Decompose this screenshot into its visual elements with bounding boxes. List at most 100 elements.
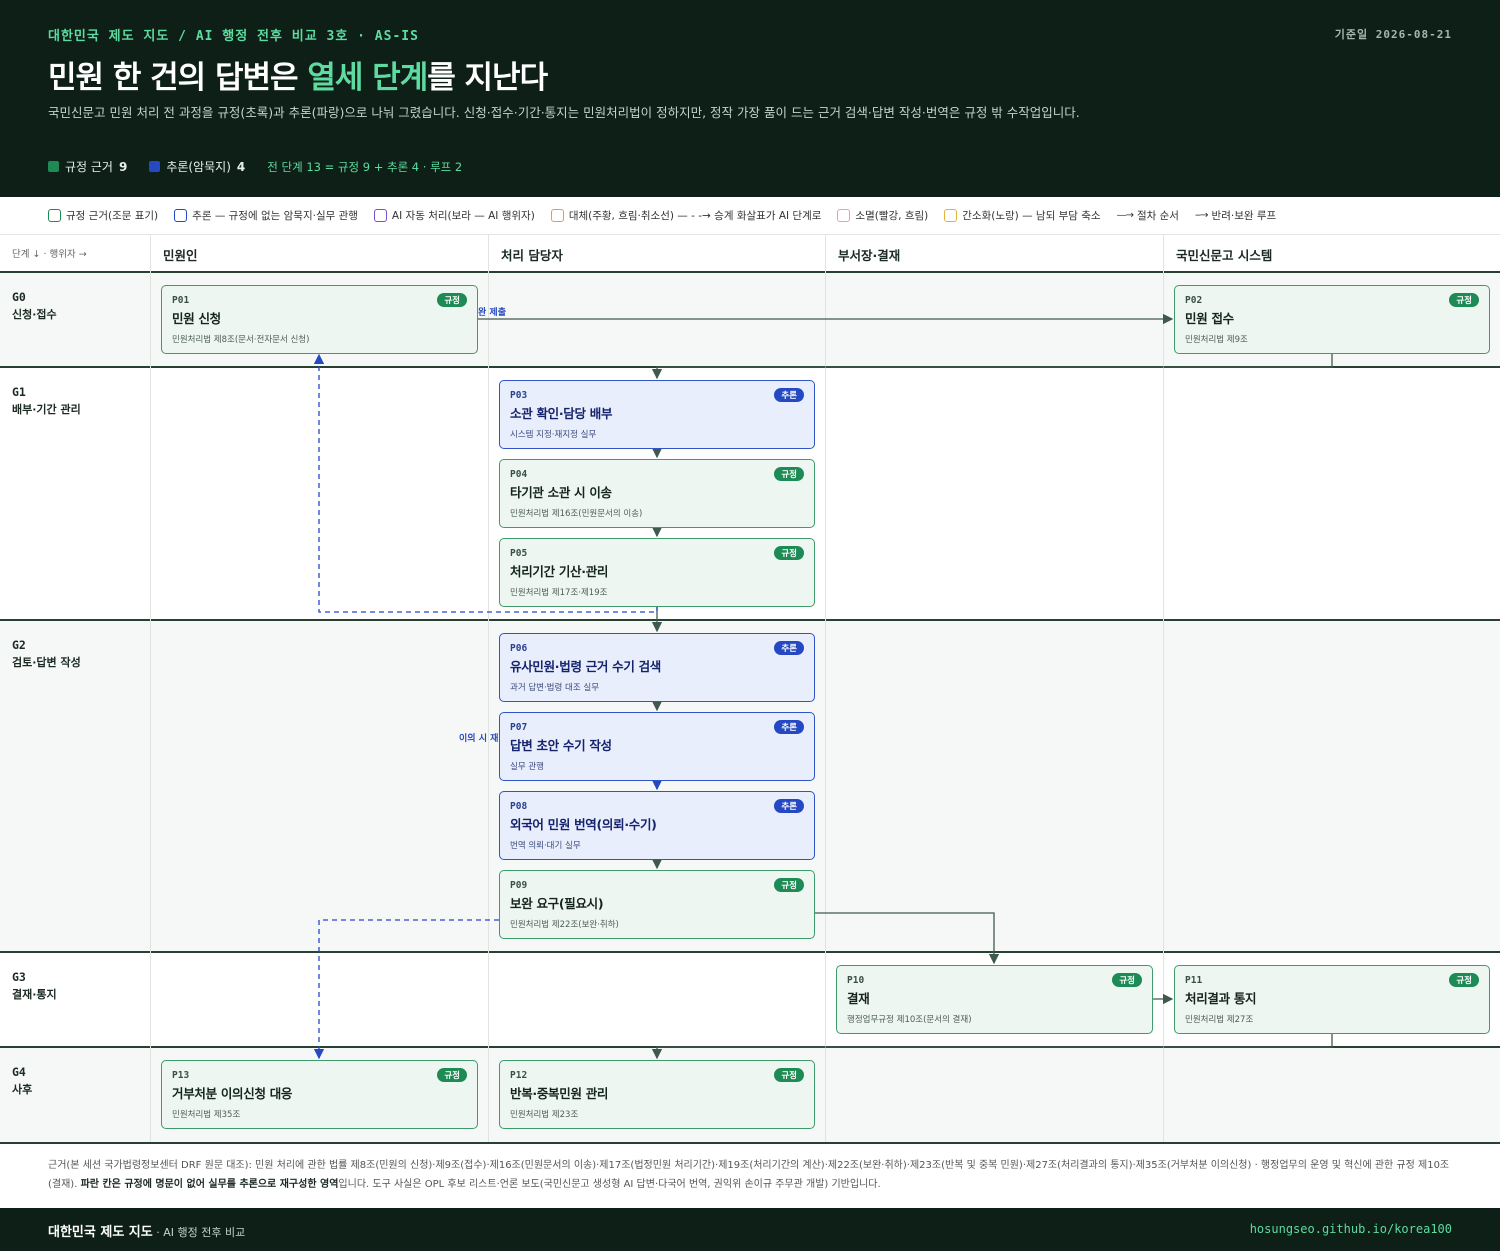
replace-box-icon (550, 209, 564, 222)
node-p09[interactable]: P09 보완 요구(필요시) 민원처리법 제22조(보완·취하) 규정 (499, 870, 815, 939)
node-title: 거부처분 이의신청 대응 (172, 1086, 293, 1101)
legend-remove-label: 소멸(빨강, 흐림) (855, 210, 929, 222)
legend-replace-label: 대체(주황, 흐림·취소선) — - -→ 승계 화살표가 AI 단계로 (568, 210, 822, 222)
node-title: 보완 요구(필요시) (510, 896, 604, 911)
legend-loop-label: 반려·보완 루프 (1211, 210, 1277, 222)
stat-rule-label: 규정 근거 (65, 160, 113, 174)
node-ref: 시스템 지정·재지정 실무 (510, 430, 597, 440)
footer-brand-sub: · AI 행정 전후 비교 (152, 1226, 246, 1239)
footer-brand-name: 대한민국 제도 지도 (48, 1225, 153, 1240)
node-id: P11 (1185, 975, 1203, 986)
node-title: 답변 초안 수기 작성 (510, 738, 612, 753)
page-subtitle: 국민신문고 민원 처리 전 과정을 규정(초록)과 추론(파랑)으로 나눠 그렸… (48, 105, 1080, 120)
legend-loop: --→ 반려·보완 루프 (1195, 208, 1276, 223)
source-notes: 근거(본 세션 국가법령정보센터 DRF 원문 대조): 민원 처리에 관한 법… (0, 1142, 1500, 1208)
node-id: P08 (510, 801, 528, 812)
legend-flow: —→ 절차 순서 (1117, 208, 1179, 223)
stage-id: G2 (12, 638, 26, 652)
node-title: 민원 신청 (172, 311, 221, 326)
page-title: 민원 한 건의 답변은 열세 단계를 지난다 (48, 52, 548, 97)
node-ref: 번역 의뢰·대기 실무 (510, 841, 581, 851)
node-id: P02 (1185, 295, 1203, 306)
node-p08[interactable]: P08 외국어 민원 번역(의뢰·수기) 번역 의뢰·대기 실무 추론 (499, 791, 815, 860)
node-title: 유사민원·법령 근거 수기 검색 (510, 659, 662, 674)
node-p11[interactable]: P11 처리결과 통지 민원처리법 제27조 규정 (1174, 965, 1490, 1034)
stage-name: 신청·접수 (12, 308, 57, 321)
header: 대한민국 제도 지도 / AI 행정 전후 비교 3호 · AS-IS 기준일 … (0, 0, 1500, 197)
solid-arrow-icon: —→ (1116, 210, 1134, 221)
node-p01[interactable]: P01 민원 신청 민원처리법 제8조(문서·전자문서 신청) 규정 (161, 285, 478, 354)
dashed-arrow-icon: --→ (1194, 210, 1209, 221)
node-title: 민원 접수 (1185, 311, 1234, 326)
node-id: P09 (510, 880, 528, 891)
stage-id: G1 (12, 385, 26, 399)
simplify-box-icon (944, 209, 958, 222)
lane-corner-label: 단계 ↓ · 행위자 → (12, 249, 87, 260)
title-highlight: 열세 단계 (307, 60, 428, 96)
legend-remove: 소멸(빨강, 흐림) (837, 208, 928, 223)
lane-header-row: 단계 ↓ · 행위자 → 민원인 처리 담당자 부서장·결재 국민신문고 시스템 (0, 235, 1500, 271)
legend-rule: 규정 근거(조문 표기) (48, 208, 158, 223)
infer-box-icon (174, 209, 188, 222)
lane-citizen: 민원인 (163, 248, 198, 263)
node-ref: 민원처리법 제16조(민원문서의 이송) (510, 509, 643, 519)
infer-badge: 추론 (774, 799, 804, 813)
stage-id: G0 (12, 290, 26, 304)
node-title: 타기관 소관 시 이송 (510, 485, 612, 500)
lane-divider (825, 235, 826, 1142)
node-id: P01 (172, 295, 190, 306)
legend-flow-label: 절차 순서 (1136, 210, 1179, 222)
notes-emphasis: 파란 칸은 규정에 명문이 없어 실무를 추론으로 재구성한 영역 (80, 1179, 339, 1190)
header-kicker: 대한민국 제도 지도 / AI 행정 전후 비교 3호 · AS-IS (48, 29, 419, 44)
node-p04[interactable]: P04 타기관 소관 시 이송 민원처리법 제16조(민원문서의 이송) 규정 (499, 459, 815, 528)
rule-badge: 규정 (774, 467, 804, 481)
node-p12[interactable]: P12 반복·중복민원 관리 민원처리법 제23조 규정 (499, 1060, 815, 1129)
stage-name: 배부·기간 관리 (12, 403, 81, 416)
title-part: 를 지난다 (427, 60, 548, 96)
rule-badge: 규정 (437, 293, 467, 307)
node-id: P10 (847, 975, 865, 986)
stat-rule-count: 9 (118, 159, 128, 174)
node-ref: 실무 관행 (510, 762, 544, 772)
edge-label-submit: 완 제출 (478, 308, 506, 318)
notes-text: 입니다. 도구 사실은 OPL 후보 리스트·언론 보도(국민신문고 생성형 A… (338, 1179, 881, 1190)
node-p07[interactable]: P07 답변 초안 수기 작성 실무 관행 추론 (499, 712, 815, 781)
footer-url-link[interactable]: hosungseo.github.io/korea100 (1250, 1222, 1452, 1236)
legend-infer: 추론 — 규정에 없는 암묵지·실무 관행 (174, 208, 358, 223)
node-title: 결재 (847, 991, 870, 1006)
rule-badge: 규정 (437, 1068, 467, 1082)
node-id: P04 (510, 469, 528, 480)
reference-date: 기준일 2026-08-21 (1334, 28, 1452, 41)
stat-infer-label: 추론(암묵지) (166, 160, 231, 174)
footer-brand: 대한민국 제도 지도 · AI 행정 전후 비교 (48, 1221, 245, 1240)
node-ref: 과거 답변·법령 대조 실무 (510, 683, 600, 693)
ai-box-icon (373, 209, 387, 222)
stage-id: G3 (12, 970, 26, 984)
rule-badge: 규정 (1449, 293, 1479, 307)
node-id: P07 (510, 722, 528, 733)
node-p02[interactable]: P02 민원 접수 민원처리법 제9조 규정 (1174, 285, 1490, 354)
lane-divider (488, 235, 489, 1142)
node-p05[interactable]: P05 처리기간 기산·관리 민원처리법 제17조·제19조 규정 (499, 538, 815, 607)
legend-simplify-label: 간소화(노랑) — 남되 부담 축소 (962, 210, 1101, 222)
lane-officer: 처리 담당자 (501, 248, 563, 263)
lane-divider (150, 235, 151, 1142)
stage-name: 결재·통지 (12, 988, 57, 1001)
node-p10[interactable]: P10 결재 행정업무규정 제10조(문서의 결재) 규정 (836, 965, 1153, 1034)
lane-system: 국민신문고 시스템 (1176, 248, 1273, 263)
infer-badge: 추론 (774, 641, 804, 655)
node-ref: 민원처리법 제8조(문서·전자문서 신청) (172, 335, 310, 345)
stage-name: 사후 (12, 1083, 33, 1096)
stage-id: G4 (12, 1065, 26, 1079)
node-p03[interactable]: P03 소관 확인·담당 배부 시스템 지정·재지정 실무 추론 (499, 380, 815, 449)
node-id: P03 (510, 390, 528, 401)
node-ref: 민원처리법 제9조 (1185, 335, 1248, 345)
rule-swatch-icon (48, 161, 59, 172)
rule-badge: 규정 (1112, 973, 1142, 987)
legend-ai: AI 자동 처리(보라 — AI 행위자) (373, 208, 535, 223)
node-p06[interactable]: P06 유사민원·법령 근거 수기 검색 과거 답변·법령 대조 실무 추론 (499, 633, 815, 702)
remove-box-icon (837, 209, 851, 222)
rule-badge: 규정 (1449, 973, 1479, 987)
node-p13[interactable]: P13 거부처분 이의신청 대응 민원처리법 제35조 규정 (161, 1060, 478, 1129)
infer-badge: 추론 (774, 388, 804, 402)
